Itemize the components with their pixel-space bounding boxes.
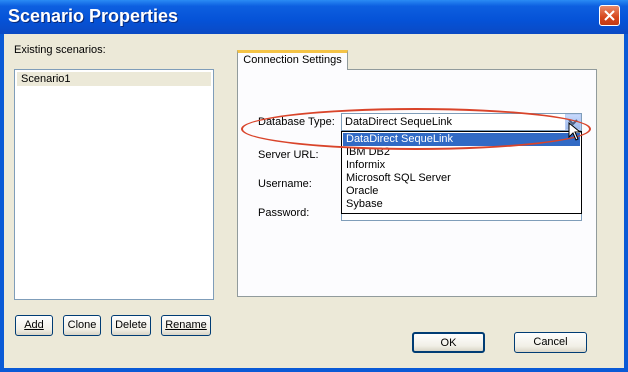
option-microsoft-sql-server[interactable]: Microsoft SQL Server bbox=[343, 172, 580, 185]
option-informix[interactable]: Informix bbox=[343, 159, 580, 172]
add-button[interactable]: Add bbox=[15, 315, 53, 336]
dialog-window: Scenario Properties Existing scenarios: … bbox=[0, 0, 628, 372]
dialog-body: Existing scenarios: Scenario1 Add Clone … bbox=[4, 34, 624, 368]
password-label: Password: bbox=[258, 207, 310, 219]
tab-label: Connection Settings bbox=[243, 54, 342, 66]
rename-button[interactable]: Rename bbox=[161, 315, 211, 336]
tab-connection-settings[interactable]: Connection Settings bbox=[237, 50, 348, 70]
mouse-cursor-icon bbox=[568, 122, 582, 141]
ok-button[interactable]: OK bbox=[412, 332, 485, 353]
close-icon bbox=[604, 10, 615, 21]
highlight-ellipse bbox=[241, 108, 591, 150]
rename-button-label: Rename bbox=[165, 319, 207, 331]
scenario-list[interactable]: Scenario1 bbox=[14, 69, 214, 300]
add-button-label: Add bbox=[24, 319, 44, 331]
list-item[interactable]: Scenario1 bbox=[17, 72, 211, 86]
option-sybase[interactable]: Sybase bbox=[343, 198, 580, 211]
title-bar[interactable]: Scenario Properties bbox=[0, 0, 628, 34]
server-url-label: Server URL: bbox=[258, 149, 319, 161]
ok-button-label: OK bbox=[440, 337, 457, 349]
window-title: Scenario Properties bbox=[8, 6, 179, 26]
username-label: Username: bbox=[258, 178, 312, 190]
clone-button-label: Clone bbox=[67, 319, 97, 331]
existing-scenarios-label: Existing scenarios: bbox=[14, 44, 106, 56]
close-button[interactable] bbox=[599, 5, 620, 26]
cancel-button-label: Cancel bbox=[533, 336, 568, 348]
option-oracle[interactable]: Oracle bbox=[343, 185, 580, 198]
delete-button[interactable]: Delete bbox=[111, 315, 151, 336]
delete-button-label: Delete bbox=[115, 319, 147, 331]
clone-button[interactable]: Clone bbox=[63, 315, 101, 336]
cancel-button[interactable]: Cancel bbox=[514, 332, 587, 353]
